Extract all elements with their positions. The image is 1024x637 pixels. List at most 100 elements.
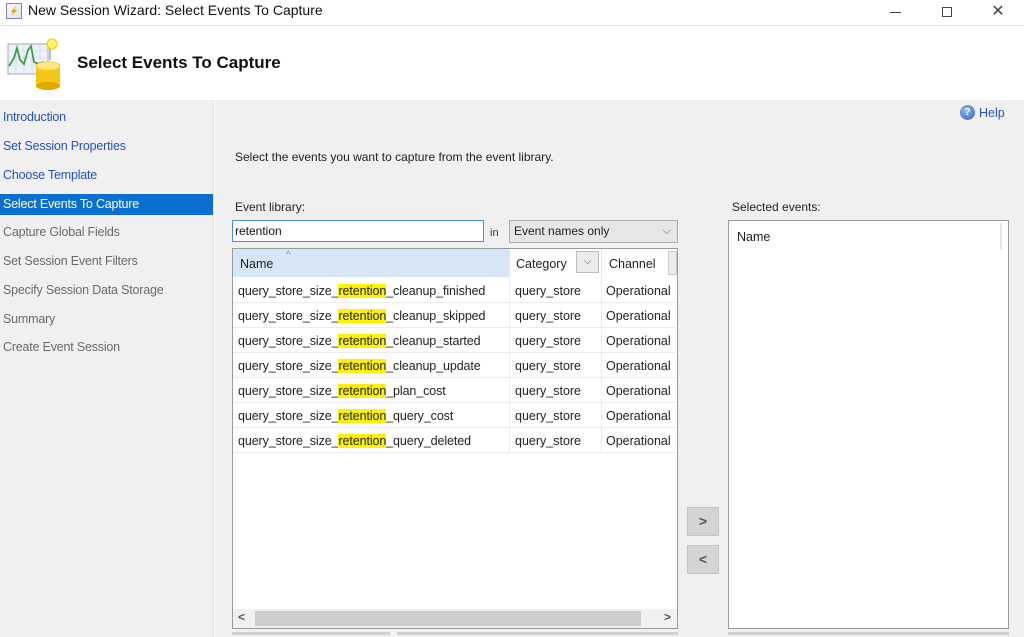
event-category: query_store [515, 384, 582, 398]
remove-event-button[interactable]: < [687, 545, 719, 574]
sort-ascending-icon: ^ [286, 250, 291, 261]
event-name-suffix: _query_cost [386, 409, 454, 423]
column-header-category-label: Category [516, 257, 567, 271]
window-title: New Session Wizard: Select Events To Cap… [28, 2, 323, 18]
event-row[interactable]: query_store_size_retention_cleanup_updat… [233, 353, 677, 378]
column-header-category[interactable]: Category ⌵ [509, 249, 601, 277]
sidebar-item-set-session-event-filters[interactable]: Set Session Event Filters [0, 251, 213, 272]
event-category: query_store [515, 309, 582, 323]
search-match-highlight: retention [338, 384, 387, 398]
chevron-down-icon: ⌵ [662, 225, 671, 237]
category-filter-dropdown-icon[interactable]: ⌵ [576, 251, 599, 273]
sidebar-item-specify-session-data-storage[interactable]: Specify Session Data Storage [0, 280, 213, 301]
search-match-highlight: retention [338, 434, 387, 448]
event-name-suffix: _cleanup_update [386, 359, 481, 373]
event-row[interactable]: query_store_size_retention_query_deleted… [233, 428, 677, 454]
event-channel: Operational [606, 409, 671, 423]
event-name: query_store_size_retention_cleanup_skipp… [238, 303, 485, 329]
event-channel: Operational [606, 434, 671, 448]
search-match-highlight: retention [338, 309, 387, 323]
search-match-highlight: retention [338, 334, 387, 348]
event-row[interactable]: query_store_size_retention_cleanup_finis… [233, 278, 677, 304]
search-scope-value: Event names only [514, 224, 610, 238]
grid-footer-divider [232, 632, 390, 635]
close-button[interactable]: ✕ [975, 0, 1021, 24]
event-name-prefix: query_store_size_ [238, 384, 339, 398]
selected-list-scrollbar[interactable] [1000, 223, 1002, 249]
selected-column-header-name[interactable]: Name [737, 230, 770, 244]
event-row[interactable]: query_store_size_retention_plan_cost quer… [233, 378, 677, 404]
event-name-suffix: _plan_cost [386, 384, 446, 398]
column-divider [509, 303, 510, 328]
column-header-name-label: Name [240, 257, 274, 271]
event-row[interactable]: query_store_size_retention_cleanup_skipp… [233, 303, 677, 329]
help-link[interactable]: ? Help [960, 105, 1005, 120]
event-name: query_store_size_retention_query_cost [238, 403, 453, 429]
column-divider [509, 328, 510, 353]
add-event-button[interactable]: > [687, 507, 719, 536]
in-label: in [490, 227, 499, 239]
column-divider [601, 303, 602, 328]
sidebar-item-set-session-properties[interactable]: Set Session Properties [0, 136, 213, 157]
sidebar-item-summary[interactable]: Summary [0, 309, 213, 330]
column-header-name[interactable]: ^ Name [233, 249, 509, 277]
event-category: query_store [515, 284, 582, 298]
column-header-channel[interactable]: Channel [601, 249, 669, 277]
column-divider [601, 353, 602, 378]
wizard-steps-sidebar: Introduction Set Session Properties Choo… [0, 100, 214, 637]
event-name-suffix: _cleanup_started [386, 334, 481, 348]
sidebar-item-select-events-to-capture[interactable]: Select Events To Capture [0, 194, 213, 215]
search-scope-dropdown[interactable]: Event names only ⌵ [509, 220, 678, 243]
page-title: Select Events To Capture [77, 53, 281, 72]
column-divider [509, 378, 510, 403]
sidebar-item-choose-template[interactable]: Choose Template [0, 165, 213, 186]
event-library-label: Event library: [235, 200, 306, 214]
search-match-highlight: retention [338, 359, 387, 373]
event-name-suffix: _cleanup_skipped [386, 309, 486, 323]
scrollbar-thumb[interactable] [255, 611, 641, 626]
title-bar: New Session Wizard: Select Events To Cap… [0, 0, 1024, 24]
minimize-button[interactable] [872, 0, 918, 24]
event-name-prefix: query_store_size_ [238, 409, 339, 423]
app-icon [6, 3, 22, 19]
sidebar-item-introduction[interactable]: Introduction [0, 107, 213, 128]
event-category: query_store [515, 434, 582, 448]
minimize-icon [889, 11, 901, 13]
help-label: Help [979, 105, 1005, 120]
main-panel: ? Help Select the events you want to cap… [215, 100, 1024, 637]
event-name-prefix: query_store_size_ [238, 334, 339, 348]
event-search-input[interactable] [232, 220, 484, 242]
selected-footer-divider [728, 632, 1009, 635]
event-name: query_store_size_retention_query_deleted [238, 428, 471, 454]
column-divider [601, 403, 602, 428]
event-name-suffix: _cleanup_finished [386, 284, 486, 298]
grid-header: ^ Name Category ⌵ Channel [233, 249, 677, 277]
event-channel: Operational [606, 359, 671, 373]
event-name: query_store_size_retention_cleanup_start… [238, 328, 481, 354]
help-icon: ? [960, 105, 975, 120]
column-divider [509, 353, 510, 378]
selected-events-label: Selected events: [732, 200, 821, 214]
maximize-icon [942, 7, 952, 17]
event-name: query_store_size_retention_plan_cost [238, 378, 446, 404]
event-name-suffix: _query_deleted [386, 434, 471, 448]
selected-events-list[interactable]: Name [728, 220, 1009, 629]
event-name-prefix: query_store_size_ [238, 434, 339, 448]
sidebar-item-create-event-session[interactable]: Create Event Session [0, 337, 213, 358]
sidebar-item-capture-global-fields[interactable]: Capture Global Fields [0, 222, 213, 243]
event-channel: Operational [606, 309, 671, 323]
event-name-prefix: query_store_size_ [238, 359, 339, 373]
event-row[interactable]: query_store_size_retention_cleanup_start… [233, 328, 677, 354]
event-row[interactable]: query_store_size_retention_query_cost que… [233, 403, 677, 429]
scroll-right-icon[interactable]: > [664, 610, 671, 624]
event-name: query_store_size_retention_cleanup_finis… [238, 278, 485, 304]
event-category: query_store [515, 334, 582, 348]
maximize-button[interactable] [924, 0, 970, 24]
event-name-prefix: query_store_size_ [238, 284, 339, 298]
column-divider [509, 403, 510, 428]
scroll-left-icon[interactable]: < [238, 610, 245, 624]
column-divider [601, 428, 602, 453]
wizard-header: Select Events To Capture [0, 26, 1024, 100]
horizontal-scrollbar[interactable]: < > [233, 609, 677, 628]
header-scroll-handle[interactable] [668, 251, 677, 275]
